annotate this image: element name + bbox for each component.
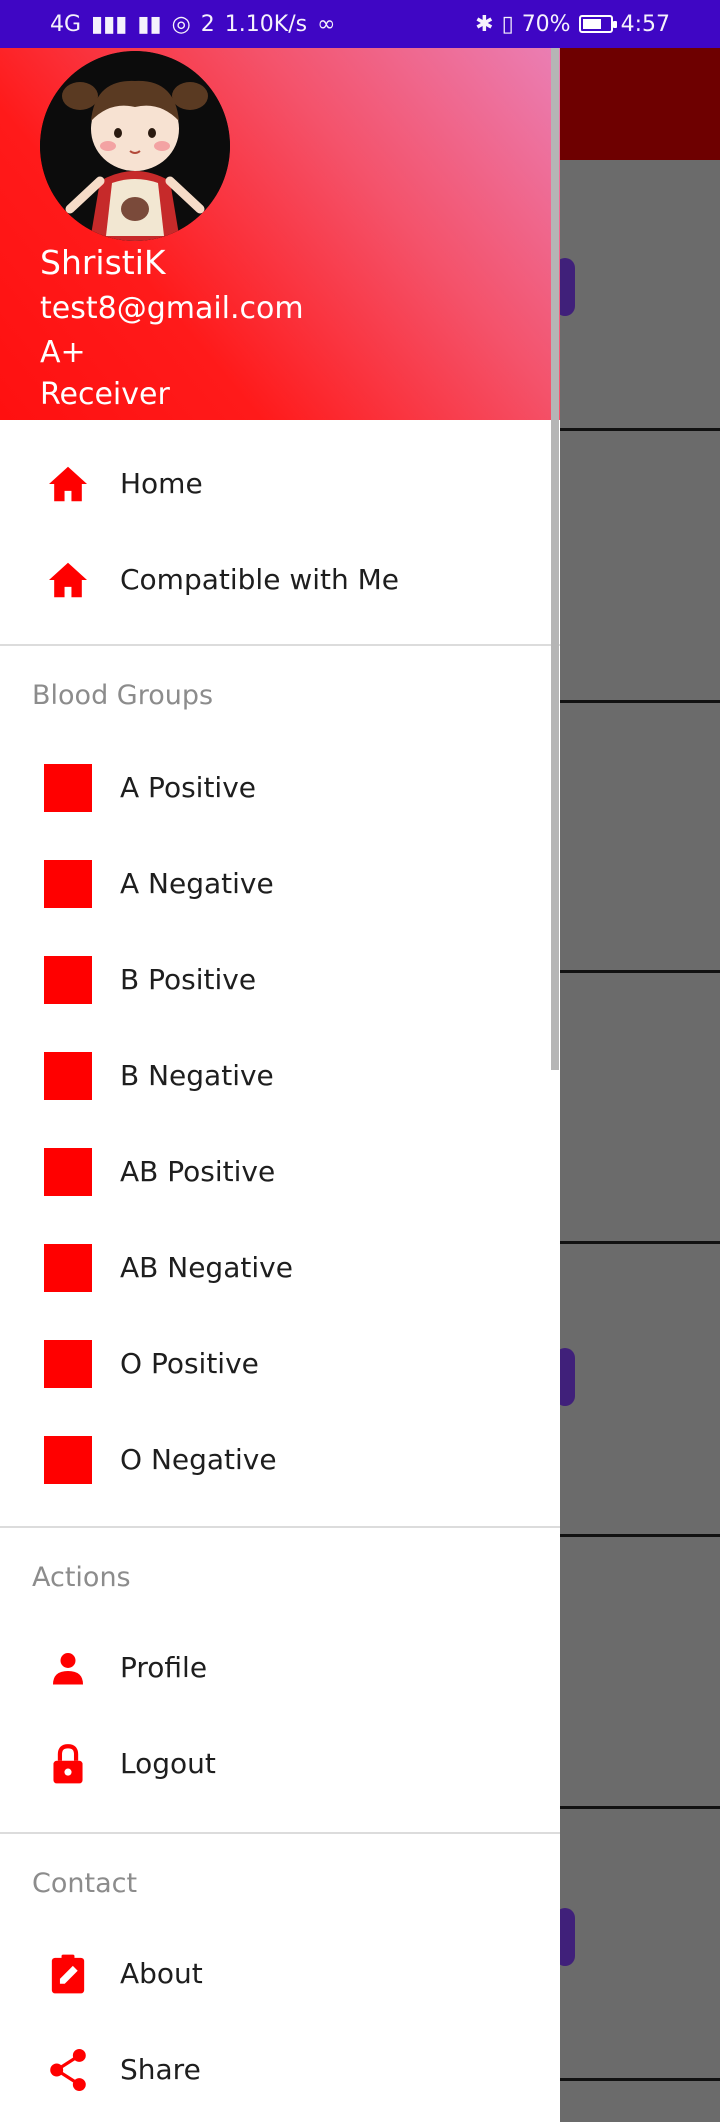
menu-item-label: Compatible with Me bbox=[120, 563, 400, 596]
battery-percent: 70% bbox=[521, 11, 571, 37]
menu-item-label: Logout bbox=[120, 1747, 216, 1780]
menu-item-label: Profile bbox=[120, 1651, 208, 1684]
signal-icon: ▮▮▮ bbox=[91, 11, 128, 37]
clock: 4:57 bbox=[620, 11, 670, 37]
menu-item-home[interactable]: Home bbox=[0, 436, 552, 532]
red-square-icon bbox=[44, 860, 92, 908]
background-divider bbox=[560, 970, 720, 973]
background-divider bbox=[560, 1806, 720, 1809]
background-divider bbox=[560, 1241, 720, 1244]
user-role: Receiver bbox=[40, 377, 170, 412]
menu-item-o-negative[interactable]: O Negative bbox=[0, 1412, 552, 1508]
divider bbox=[0, 644, 560, 646]
red-square-icon bbox=[44, 764, 92, 812]
menu-item-ab-negative[interactable]: AB Negative bbox=[0, 1220, 552, 1316]
menu-item-label: B Negative bbox=[120, 1059, 274, 1092]
menu-item-a-negative[interactable]: A Negative bbox=[0, 836, 552, 932]
menu-item-compatible-with-me[interactable]: Compatible with Me bbox=[0, 532, 552, 628]
hotspot-icon: ◎ bbox=[171, 11, 191, 37]
menu-item-label: AB Negative bbox=[120, 1251, 293, 1284]
menu-item-o-positive[interactable]: O Positive bbox=[0, 1316, 552, 1412]
navigation-drawer: ShristiK test8@gmail.com A+ Receiver Hom… bbox=[0, 48, 560, 2122]
background-divider bbox=[560, 700, 720, 703]
network-speed: 1.10K/s bbox=[224, 11, 308, 37]
network-type-2: 2 bbox=[200, 11, 215, 37]
menu-item-b-negative[interactable]: B Negative bbox=[0, 1028, 552, 1124]
lock-icon bbox=[44, 1740, 92, 1788]
section-title-contact: Contact bbox=[32, 1868, 138, 1899]
signal-icon-2: ▮▮ bbox=[137, 11, 162, 37]
user-name: ShristiK bbox=[40, 243, 166, 282]
red-square-icon bbox=[44, 956, 92, 1004]
menu-item-label: A Negative bbox=[120, 867, 274, 900]
avatar[interactable] bbox=[40, 51, 230, 241]
home-icon bbox=[44, 460, 92, 508]
menu-item-label: O Negative bbox=[120, 1443, 277, 1476]
menu-item-label: B Positive bbox=[120, 963, 257, 996]
red-square-icon bbox=[44, 1052, 92, 1100]
user-email: test8@gmail.com bbox=[40, 291, 304, 326]
avatar-illustration bbox=[40, 51, 230, 241]
network-type: 4G bbox=[50, 11, 82, 37]
menu-item-b-positive[interactable]: B Positive bbox=[0, 932, 552, 1028]
divider bbox=[0, 1832, 560, 1834]
divider bbox=[0, 1526, 560, 1528]
user-blood-group: A+ bbox=[40, 335, 86, 370]
drawer-scrollbar[interactable] bbox=[551, 48, 559, 1070]
background-divider bbox=[560, 1534, 720, 1537]
menu-item-logout[interactable]: Logout bbox=[0, 1716, 552, 1812]
home-icon bbox=[44, 556, 92, 604]
battery-icon bbox=[578, 15, 617, 33]
menu-item-label: Home bbox=[120, 467, 203, 500]
vibrate-icon: ▯ bbox=[501, 11, 514, 37]
clipboard-edit-icon bbox=[44, 1950, 92, 1998]
menu-item-profile[interactable]: Profile bbox=[0, 1620, 552, 1716]
red-square-icon bbox=[44, 1244, 92, 1292]
menu-item-about[interactable]: About bbox=[0, 1926, 552, 2022]
menu-item-a-positive[interactable]: A Positive bbox=[0, 740, 552, 836]
red-square-icon bbox=[44, 1148, 92, 1196]
menu-item-label: Share bbox=[120, 2053, 201, 2086]
menu-item-label: O Positive bbox=[120, 1347, 259, 1380]
menu-item-label: AB Positive bbox=[120, 1155, 276, 1188]
menu-item-label: About bbox=[120, 1957, 203, 1990]
background-divider bbox=[560, 428, 720, 431]
bluetooth-icon: ✱ bbox=[475, 11, 494, 37]
menu-item-share[interactable]: Share bbox=[0, 2022, 552, 2118]
section-title-blood-groups: Blood Groups bbox=[32, 680, 214, 711]
share-icon bbox=[44, 2046, 92, 2094]
menu-item-label: A Positive bbox=[120, 771, 256, 804]
red-square-icon bbox=[44, 1436, 92, 1484]
section-title-actions: Actions bbox=[32, 1562, 131, 1593]
person-icon bbox=[44, 1644, 92, 1692]
status-bar: 4G ▮▮▮ ▮▮ ◎ 2 1.10K/s ∞ ✱ ▯ 70% 4:57 bbox=[0, 0, 720, 48]
menu-item-ab-positive[interactable]: AB Positive bbox=[0, 1124, 552, 1220]
infinity-icon: ∞ bbox=[317, 11, 336, 37]
red-square-icon bbox=[44, 1340, 92, 1388]
drawer-header: ShristiK test8@gmail.com A+ Receiver bbox=[0, 48, 560, 420]
background-divider bbox=[560, 2078, 720, 2081]
